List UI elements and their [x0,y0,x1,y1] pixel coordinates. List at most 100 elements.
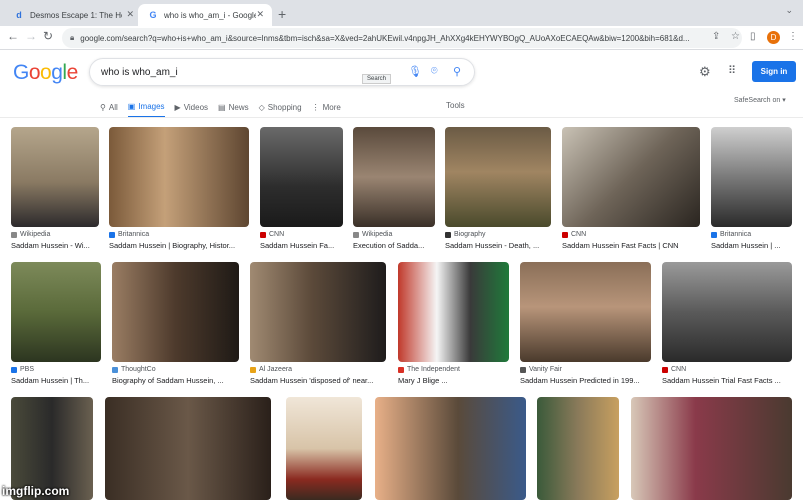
result-caption[interactable]: Saddam Hussein Fa... [260,241,343,250]
apps-grid-icon[interactable]: ⠿ [728,64,736,77]
result-thumbnail[interactable] [445,127,551,227]
close-icon[interactable]: ✕ [256,9,264,20]
result-caption[interactable]: Saddam Hussein Predicted in 199... [520,376,651,385]
safesearch-toggle[interactable]: SafeSearch on ▾ [734,96,786,104]
search-icon[interactable]: ⚲ [453,65,461,78]
reload-icon[interactable]: ↻ [43,29,53,43]
filter-more[interactable]: ⋮ More [312,100,341,114]
result-caption[interactable]: Execution of Sadda... [353,241,435,250]
result-thumbnail[interactable] [353,127,435,227]
result-thumbnail[interactable] [537,397,619,500]
profile-avatar[interactable]: D [767,31,780,44]
lock-icon: 🔒︎ [70,33,75,42]
result-thumbnail[interactable] [562,127,700,227]
google-logo[interactable]: Google [13,61,78,85]
result-source[interactable]: Wikipedia [353,231,392,238]
result-source[interactable]: CNN [562,231,586,238]
watermark: imgflip.com [2,484,70,498]
result-source[interactable]: CNN [260,231,284,238]
result-source[interactable]: The Independent [398,366,460,373]
microphone-icon[interactable]: 🎙︎ [408,65,422,78]
search-icon: ⚲ [100,102,106,112]
share-icon[interactable]: ⇪ [712,31,720,42]
new-tab-button[interactable]: + [278,6,286,22]
result-source[interactable]: Al Jazeera [250,366,292,373]
result-source[interactable]: Biography [445,231,486,238]
sign-in-button[interactable]: Sign in [752,61,796,82]
result-source[interactable]: ThoughtCo [112,366,156,373]
back-icon[interactable]: ← [7,29,19,43]
source-label: Al Jazeera [259,366,293,373]
result-thumbnail[interactable] [112,262,239,362]
filter-label: Videos [183,102,209,112]
result-thumbnail[interactable] [286,397,362,500]
source-label: Wikipedia [20,231,51,238]
result-source[interactable]: Britannica [711,231,751,238]
filter-news[interactable]: ▤ News [218,100,249,114]
result-source[interactable]: Britannica [109,231,149,238]
source-label: Britannica [118,231,150,238]
source-favicon [11,366,17,373]
sidebar-icon[interactable]: ▯ [750,31,756,42]
result-caption[interactable]: Saddam Hussein | ... [711,241,792,250]
result-thumbnail[interactable] [109,127,249,227]
filter-shopping[interactable]: ◇ Shopping [259,100,302,114]
tag-icon: ◇ [258,102,265,112]
result-thumbnail[interactable] [260,127,343,227]
source-label: CNN [571,231,587,238]
result-caption[interactable]: Saddam Hussein | Th... [11,376,101,385]
result-thumbnail[interactable] [375,397,526,500]
filter-images[interactable]: ▣ Images [127,100,165,118]
result-source[interactable]: Wikipedia [11,231,50,238]
result-thumbnail[interactable] [711,127,792,227]
address-bar[interactable]: 🔒︎ google.com/search?q=who+is+who_am_i&s… [62,28,742,48]
result-thumbnail[interactable] [105,397,271,500]
result-thumbnail[interactable] [398,262,509,362]
result-source[interactable]: CNN [662,366,686,373]
logo-letter: g [51,61,63,84]
chevron-down-icon[interactable]: ⌄ [785,5,793,16]
result-thumbnail[interactable] [631,397,792,500]
filter-label: Images [138,101,165,111]
result-caption[interactable]: Saddam Hussein Trial Fast Facts ... [662,376,792,385]
filter-videos[interactable]: ▶ Videos [175,100,208,114]
tab-desmos[interactable]: d Desmos Escape 1: The House ✕ [4,4,142,26]
source-label: CNN [269,231,285,238]
google-icon: G [149,10,157,20]
search-box[interactable]: who is who_am_i 🎙︎ ⌾ ⚲ [89,58,475,86]
source-favicon [562,231,568,238]
source-label: ThoughtCo [121,366,156,373]
url-text: google.com/search?q=who+is+who_am_i&sour… [80,33,690,43]
result-thumbnail[interactable] [250,262,386,362]
result-thumbnail[interactable] [662,262,792,362]
menu-icon[interactable]: ⋮ [788,31,798,42]
close-icon[interactable]: ✕ [126,9,134,20]
result-thumbnail[interactable] [11,127,99,227]
result-caption[interactable]: Mary J Blige ... [398,376,509,385]
result-caption[interactable]: Saddam Hussein | Biography, Histor... [109,241,249,250]
result-source[interactable]: PBS [11,366,34,373]
result-thumbnail[interactable] [520,262,651,362]
result-thumbnail[interactable] [11,262,101,362]
safesearch-label: SafeSearch on [734,97,781,104]
desmos-icon: d [16,10,22,20]
tab-title: who is who_am_i - Google Sea [164,10,256,20]
source-favicon [109,231,115,238]
source-favicon [112,366,118,373]
filter-all[interactable]: ⚲ All [100,100,118,114]
camera-lens-icon[interactable]: ⌾ [431,65,438,78]
gear-icon[interactable]: ⚙ [699,64,711,80]
result-caption[interactable]: Saddam Hussein - Death, ... [445,241,551,250]
source-favicon [398,366,404,373]
result-source[interactable]: Vanity Fair [520,366,562,373]
result-caption[interactable]: Biography of Saddam Hussein, ... [112,376,239,385]
divider [0,117,803,118]
source-favicon [711,231,717,238]
bookmark-icon[interactable]: ☆ [731,31,740,42]
result-caption[interactable]: Saddam Hussein - Wi... [11,241,99,250]
forward-icon[interactable]: → [25,29,37,43]
tab-google-search[interactable]: G who is who_am_i - Google Sea ✕ [138,4,272,26]
result-caption[interactable]: Saddam Hussein Fast Facts | CNN [562,241,700,250]
tools-button[interactable]: Tools [446,101,465,110]
result-caption[interactable]: Saddam Hussein 'disposed of' near... [250,376,386,385]
